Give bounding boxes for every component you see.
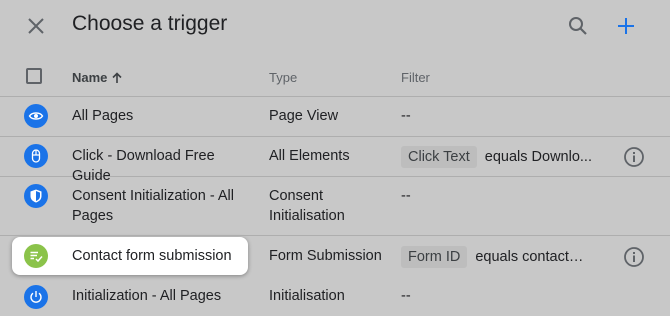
table-row[interactable]: All Pages Page View -- [0,97,670,137]
filter-text: -- [401,288,411,304]
trigger-type: Consent Initialisation [269,188,345,224]
column-header-name-label: Name [72,70,108,85]
close-icon[interactable] [22,12,50,40]
table-row[interactable]: Initialization - All Pages Initialisatio… [0,276,670,316]
column-header-type: Type [269,70,298,85]
table-header: Name Type Filter [0,54,670,97]
add-icon[interactable] [612,12,640,40]
trigger-name: All Pages [72,108,134,124]
table-row[interactable]: Click - Download Free Guide All Elements… [0,137,670,184]
select-all-checkbox[interactable] [26,68,42,84]
trigger-name: Contact form submission [72,248,232,264]
dialog-header: Choose a trigger [0,0,670,54]
filter-text: equals contact-u... [475,249,588,265]
trigger-type: Page View [269,108,339,124]
form-check-icon [24,244,48,268]
trigger-name: Consent Initialization - All Pages [72,188,234,224]
page-title: Choose a trigger [72,12,228,35]
trigger-type: All Elements [269,148,350,164]
column-header-name[interactable]: Name [72,70,123,85]
table-row[interactable]: Consent Initialization - All Pages Conse… [0,177,670,236]
table-row[interactable]: Contact form submission Form Submission … [0,236,670,275]
search-icon[interactable] [564,12,592,40]
filter-text: equals Downlo... [484,149,592,165]
trigger-name: Initialization - All Pages [72,288,222,304]
eye-icon [24,104,48,128]
mouse-icon [24,144,48,168]
filter-text: -- [401,108,411,124]
info-icon[interactable] [622,245,646,269]
column-header-filter: Filter [401,70,430,85]
trigger-filter: -- [401,286,601,306]
trigger-type: Initialisation [269,288,345,304]
filter-chip: Click Text [401,146,477,168]
filter-chip: Form ID [401,246,468,268]
power-icon [24,285,48,309]
trigger-filter: Click Text equals Downlo... [401,146,601,168]
arrow-up-icon [112,71,122,83]
trigger-filter: -- [401,186,601,206]
shield-icon [24,184,48,208]
trigger-filter: Form ID equals contact-u... [401,246,601,268]
info-icon[interactable] [622,145,646,169]
filter-text: -- [401,188,411,204]
trigger-type: Form Submission [269,248,382,264]
trigger-filter: -- [401,106,601,126]
